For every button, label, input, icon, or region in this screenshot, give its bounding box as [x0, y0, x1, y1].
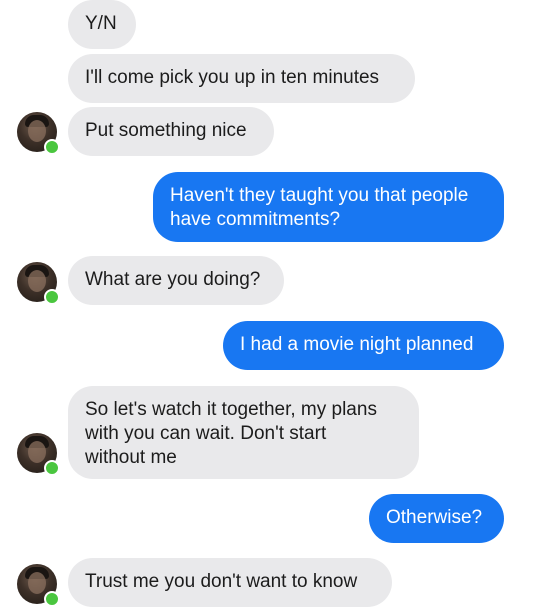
message-bubble-incoming[interactable]: I'll come pick you up in ten minutes: [68, 54, 415, 103]
contact-avatar-icon[interactable]: [17, 112, 60, 155]
message-bubble-outgoing[interactable]: Haven't they taught you that people have…: [153, 172, 504, 242]
online-status-icon: [44, 591, 60, 607]
avatar-face: [28, 572, 46, 594]
avatar-face: [28, 120, 46, 142]
online-status-icon: [44, 289, 60, 305]
contact-avatar-icon[interactable]: [17, 564, 60, 607]
avatar-face: [28, 441, 46, 463]
online-status-icon: [44, 139, 60, 155]
contact-avatar-icon[interactable]: [17, 262, 60, 305]
message-bubble-incoming[interactable]: Put something nice: [68, 107, 274, 156]
message-bubble-outgoing[interactable]: Otherwise?: [369, 494, 504, 543]
online-status-icon: [44, 460, 60, 476]
message-bubble-incoming[interactable]: What are you doing?: [68, 256, 284, 305]
message-bubble-outgoing[interactable]: I had a movie night planned: [223, 321, 504, 370]
message-bubble-incoming[interactable]: Trust me you don't want to know: [68, 558, 392, 607]
contact-avatar-icon[interactable]: [17, 433, 60, 476]
message-bubble-incoming[interactable]: So let's watch it together, my plans wit…: [68, 386, 419, 479]
avatar-face: [28, 270, 46, 292]
message-bubble-incoming[interactable]: Y/N: [68, 0, 136, 49]
